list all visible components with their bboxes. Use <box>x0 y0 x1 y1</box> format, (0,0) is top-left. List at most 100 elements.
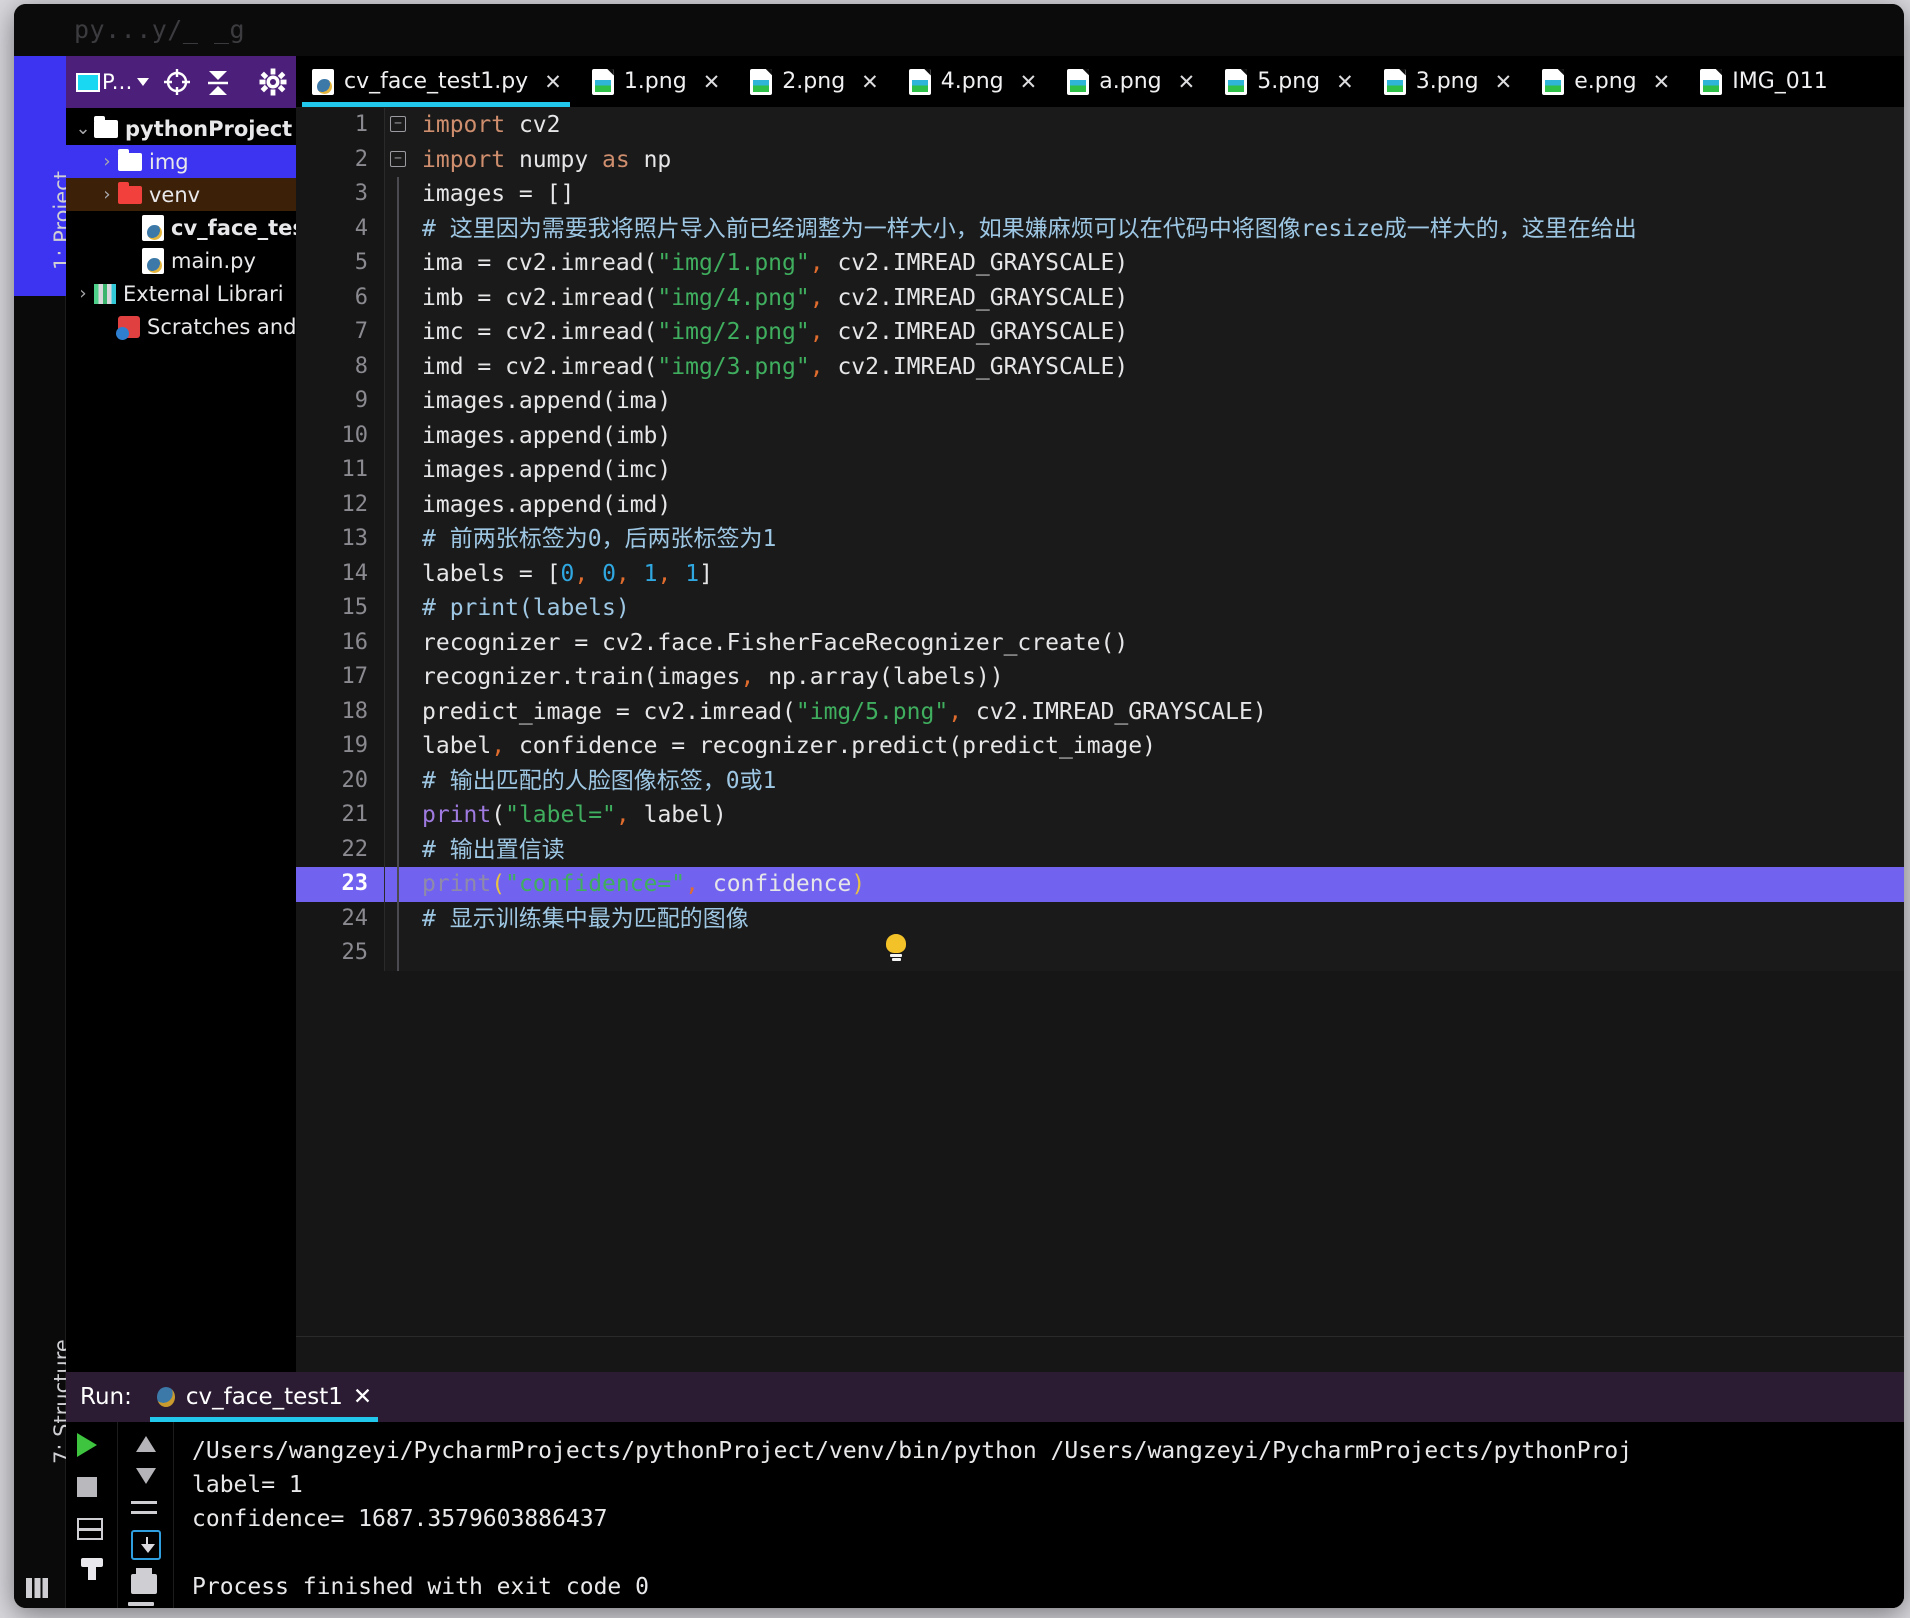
editor-tab-close-icon[interactable]: ✕ <box>1336 70 1354 94</box>
run-configuration-tab[interactable]: cv_face_test1 ✕ <box>149 1372 379 1422</box>
code-line-14[interactable]: 14 labels = [0, 0, 1, 1] <box>296 556 1904 591</box>
pin-button[interactable] <box>77 1556 107 1586</box>
project-view-selector[interactable]: P... <box>76 70 149 94</box>
project-title-label: P... <box>102 70 133 94</box>
code-line-22[interactable]: 22 # 输出置信读 <box>296 832 1904 867</box>
code-line-9[interactable]: 9 images.append(ima) <box>296 384 1904 419</box>
tree-item-scratches-and[interactable]: Scratches and <box>66 310 296 343</box>
left-tool-strip: 1: Project 7: Structure <box>14 56 74 1608</box>
editor-tab-close-icon[interactable]: ✕ <box>703 70 721 94</box>
scroll-to-end-button[interactable] <box>130 1530 161 1560</box>
editor-tab-close-icon[interactable]: ✕ <box>1653 70 1671 94</box>
clear-all-button[interactable] <box>127 1602 161 1608</box>
image-file-icon <box>1225 68 1248 95</box>
fold-region-line <box>397 384 399 419</box>
tree-item-main-py[interactable]: main.py <box>66 244 296 277</box>
code-line-23[interactable]: 23 print("confidence=", confidence) <box>296 867 1904 902</box>
layout-button[interactable] <box>76 1514 107 1544</box>
editor-tab-cv-face-test1-py[interactable]: cv_face_test1.py ✕ <box>296 56 576 107</box>
screenshot-root: py...y/_ _g 1: Project 7: Structure P... <box>0 0 1910 1618</box>
code-line-16[interactable]: 16 recognizer = cv2.face.FisherFaceRecogn… <box>296 625 1904 660</box>
sidebar-tab-structure[interactable]: 7: Structure <box>14 1258 74 1488</box>
project-tree[interactable]: ⌄ pythonProject › img › venv cv_face_test main.… <box>66 108 296 343</box>
code-line-12[interactable]: 12 images.append(imd) <box>296 487 1904 522</box>
editor-tab-img-011[interactable]: IMG_011 <box>1684 56 1842 107</box>
code-line-15[interactable]: 15 # print(labels) <box>296 591 1904 626</box>
code-line-3[interactable]: 3 images = [] <box>296 177 1904 212</box>
code-text: # print(labels) <box>410 591 1904 626</box>
line-number: 1 <box>296 108 384 143</box>
code-text: import numpy as np <box>410 142 1904 177</box>
code-lines[interactable]: 1− import cv2 2− import numpy as np 3 images … <box>296 108 1904 971</box>
rerun-button[interactable] <box>76 1430 107 1460</box>
code-line-10[interactable]: 10 images.append(imb) <box>296 418 1904 453</box>
fold-column <box>384 694 410 729</box>
editor-tab-close-icon[interactable]: ✕ <box>861 70 879 94</box>
console-output[interactable]: /Users/wangzeyi/PycharmProjects/pythonPr… <box>174 1422 1904 1608</box>
code-line-25[interactable]: 25 <box>296 936 1904 971</box>
editor-tab-bar[interactable]: cv_face_test1.py ✕ 1.png ✕ 2.png ✕ 4.png ✕ a.png… <box>296 56 1904 108</box>
fold-marker-icon[interactable]: − <box>390 150 406 167</box>
intention-bulb-icon[interactable] <box>886 934 906 961</box>
code-line-13[interactable]: 13 # 前两张标签为0，后两张标签为1 <box>296 522 1904 557</box>
code-line-24[interactable]: 24 # 显示训练集中最为匹配的图像 <box>296 901 1904 936</box>
code-line-2[interactable]: 2− import numpy as np <box>296 142 1904 177</box>
editor-tab-3-png[interactable]: 3.png ✕ <box>1368 56 1526 107</box>
code-line-11[interactable]: 11 images.append(imc) <box>296 453 1904 488</box>
fold-column <box>384 591 410 626</box>
collapse-all-button[interactable] <box>205 68 231 96</box>
locate-file-button[interactable] <box>163 68 191 96</box>
code-line-8[interactable]: 8 imd = cv2.imread("img/3.png", cv2.IMREA… <box>296 349 1904 384</box>
settings-button[interactable] <box>259 68 287 96</box>
editor-tab-close-icon[interactable]: ✕ <box>1495 70 1513 94</box>
print-button[interactable] <box>130 1568 161 1594</box>
code-line-1[interactable]: 1− import cv2 <box>296 108 1904 143</box>
fold-marker-icon[interactable]: − <box>390 116 406 132</box>
folder-white-icon <box>118 148 142 171</box>
editor-tab-label: cv_face_test1.py <box>344 69 529 94</box>
tree-item-cv-face-test[interactable]: cv_face_test <box>66 211 296 244</box>
chevron-down-icon[interactable]: ⌄ <box>72 118 94 139</box>
code-line-18[interactable]: 18 predict_image = cv2.imread("img/5.png"… <box>296 694 1904 729</box>
tree-item-venv[interactable]: › venv <box>66 178 296 211</box>
tree-item-label: External Librari <box>123 281 284 306</box>
code-line-6[interactable]: 6 imb = cv2.imread("img/4.png", cv2.IMREA… <box>296 280 1904 315</box>
scroll-up-button[interactable] <box>131 1430 161 1452</box>
editor-tab-4-png[interactable]: 4.png ✕ <box>893 56 1051 107</box>
editor-tab-label: 1.png <box>623 69 687 94</box>
run-label: Run: <box>80 1384 132 1410</box>
tree-item-img[interactable]: › img <box>66 145 296 178</box>
fold-column <box>384 315 410 350</box>
editor-tab-e-png[interactable]: e.png ✕ <box>1526 56 1684 107</box>
tree-item-external-librari[interactable]: › External Librari <box>66 277 296 310</box>
soft-wrap-button[interactable] <box>130 1494 161 1520</box>
tree-item-label: venv <box>149 182 201 207</box>
code-line-20[interactable]: 20 # 输出匹配的人脸图像标签，0或1 <box>296 763 1904 798</box>
code-editor[interactable]: 1− import cv2 2− import numpy as np 3 images … <box>296 108 1904 1372</box>
code-line-7[interactable]: 7 imc = cv2.imread("img/2.png", cv2.IMREA… <box>296 315 1904 350</box>
editor-tab-a-png[interactable]: a.png ✕ <box>1051 56 1209 107</box>
sidebar-tab-project[interactable]: 1: Project <box>14 56 74 296</box>
chevron-right-icon[interactable]: › <box>96 151 118 172</box>
chevron-right-icon[interactable]: › <box>72 283 94 304</box>
code-line-17[interactable]: 17 recognizer.train(images, np.array(labe… <box>296 660 1904 695</box>
run-tab-close-icon[interactable]: ✕ <box>353 1384 372 1410</box>
code-line-4[interactable]: 4 # 这里因为需要我将照片导入前已经调整为一样大小，如果嫌麻烦可以在代码中将图像… <box>296 211 1904 246</box>
code-line-19[interactable]: 19 label, confidence = recognizer.predict… <box>296 729 1904 764</box>
tree-item-pythonproject[interactable]: ⌄ pythonProject <box>66 112 296 145</box>
editor-tab-1-png[interactable]: 1.png ✕ <box>576 56 734 107</box>
tree-item-label: cv_face_test <box>171 215 296 240</box>
scroll-down-button[interactable] <box>131 1462 161 1484</box>
editor-tab-close-icon[interactable]: ✕ <box>1020 70 1038 94</box>
library-icon <box>94 283 116 304</box>
editor-tab-close-icon[interactable]: ✕ <box>1178 70 1196 94</box>
fold-column <box>384 418 410 453</box>
editor-tab-close-icon[interactable]: ✕ <box>544 70 562 94</box>
stop-button[interactable] <box>76 1472 107 1502</box>
code-text: imb = cv2.imread("img/4.png", cv2.IMREAD… <box>410 280 1904 315</box>
editor-tab-2-png[interactable]: 2.png ✕ <box>734 56 892 107</box>
chevron-right-icon[interactable]: › <box>96 184 118 205</box>
editor-tab-5-png[interactable]: 5.png ✕ <box>1209 56 1367 107</box>
code-line-21[interactable]: 21 print("label=", label) <box>296 798 1904 833</box>
code-line-5[interactable]: 5 ima = cv2.imread("img/1.png", cv2.IMREA… <box>296 246 1904 281</box>
